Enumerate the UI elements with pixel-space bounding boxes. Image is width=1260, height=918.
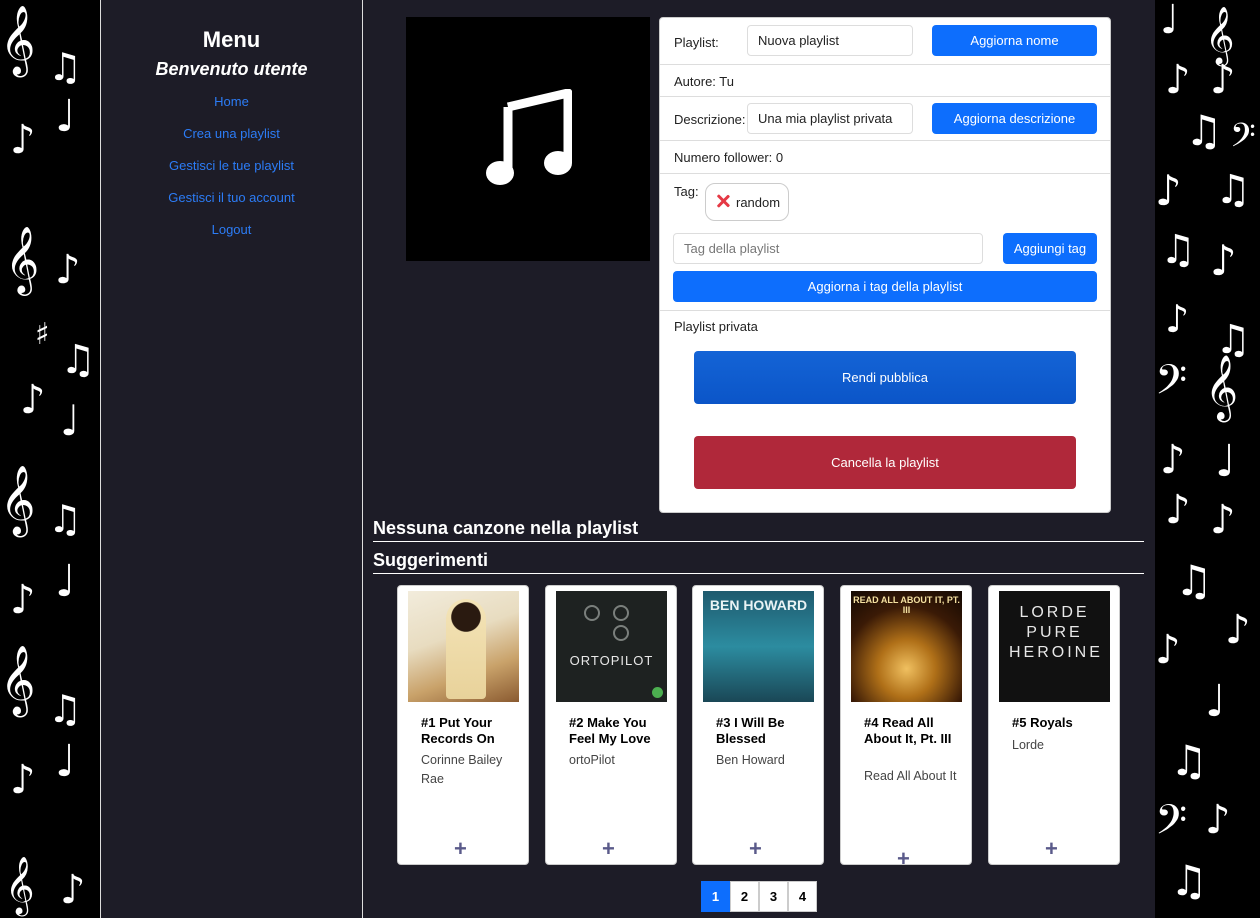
description-label: Descrizione: bbox=[674, 112, 746, 127]
tag-input[interactable]: Tag della playlist bbox=[673, 233, 983, 264]
suggestion-card: BEN HOWARD #3 I Will Be Blessed Ben Howa… bbox=[692, 585, 824, 865]
main-content: Playlist: Nuova playlist Aggiorna nome A… bbox=[363, 0, 1155, 918]
song-artist: ortoPilot bbox=[569, 753, 615, 767]
menu-link-logout[interactable]: Logout bbox=[101, 222, 362, 254]
description-row: Descrizione: Una mia playlist privata Ag… bbox=[660, 97, 1110, 141]
tags-row: Tag: random Tag della playlist Aggiungi … bbox=[660, 174, 1110, 311]
update-name-button[interactable]: Aggiorna nome bbox=[932, 25, 1097, 56]
update-description-button[interactable]: Aggiorna descrizione bbox=[932, 103, 1097, 134]
add-tag-button[interactable]: Aggiungi tag bbox=[1003, 233, 1097, 264]
album-cover bbox=[408, 591, 519, 702]
menu-title: Menu bbox=[202, 27, 261, 52]
menu-link-create-playlist[interactable]: Crea una playlist bbox=[101, 126, 362, 158]
song-artist: Lorde bbox=[1012, 738, 1044, 752]
followers-row: Numero follower: 0 bbox=[660, 141, 1110, 174]
author-row: Autore: Tu bbox=[660, 65, 1110, 97]
page-button-4[interactable]: 4 bbox=[788, 881, 817, 912]
suggestion-card: LORDE PURE HEROINE #5 Royals Lorde + bbox=[988, 585, 1120, 865]
album-cover: BEN HOWARD bbox=[703, 591, 814, 702]
add-song-button[interactable]: + bbox=[749, 838, 762, 860]
album-cover: READ ALL ABOUT IT, PT. III bbox=[851, 591, 962, 702]
suggestion-card: READ ALL ABOUT IT, PT. III #4 Read All A… bbox=[840, 585, 972, 870]
welcome-message: Benvenuto utente bbox=[155, 59, 308, 79]
pagination: 1 2 3 4 bbox=[701, 881, 817, 912]
privacy-status: Playlist privata bbox=[674, 319, 758, 334]
suggestions-heading: Suggerimenti bbox=[373, 550, 1144, 574]
song-artist: Read All About It bbox=[864, 769, 957, 783]
music-note-icon bbox=[486, 89, 572, 185]
playlist-name-row: Playlist: Nuova playlist Aggiorna nome bbox=[660, 18, 1110, 65]
song-artist: Ben Howard bbox=[716, 753, 785, 767]
page-button-1[interactable]: 1 bbox=[701, 881, 730, 912]
suggestion-card: ORTOPILOT #2 Make You Feel My Love ortoP… bbox=[545, 585, 677, 865]
empty-playlist-heading: Nessuna canzone nella playlist bbox=[373, 518, 1144, 542]
song-title: #4 Read All About It, Pt. III bbox=[864, 715, 952, 746]
tags-label: Tag: bbox=[674, 184, 699, 199]
playlist-cover bbox=[406, 17, 650, 261]
menu-link-manage-playlists[interactable]: Gestisci le tue playlist bbox=[101, 158, 362, 190]
author-text: Autore: Tu bbox=[674, 74, 734, 89]
tag-chip: random bbox=[705, 183, 789, 221]
album-cover: LORDE PURE HEROINE bbox=[999, 591, 1110, 702]
suggestion-card: #1 Put Your Records On Corinne Bailey Ra… bbox=[397, 585, 529, 865]
sidebar: Menu Benvenuto utente Home Crea una play… bbox=[100, 0, 363, 918]
song-title: #2 Make You Feel My Love bbox=[569, 715, 651, 746]
add-song-button[interactable]: + bbox=[1045, 838, 1058, 860]
playlist-name-input[interactable]: Nuova playlist bbox=[747, 25, 913, 56]
playlist-details-panel: Playlist: Nuova playlist Aggiorna nome A… bbox=[659, 17, 1111, 513]
playlist-name-label: Playlist: bbox=[674, 35, 719, 50]
page-button-2[interactable]: 2 bbox=[730, 881, 759, 912]
add-song-button[interactable]: + bbox=[897, 848, 910, 870]
page-button-3[interactable]: 3 bbox=[759, 881, 788, 912]
add-song-button[interactable]: + bbox=[602, 838, 615, 860]
close-icon[interactable] bbox=[716, 194, 730, 208]
description-input[interactable]: Una mia playlist privata bbox=[747, 103, 913, 134]
music-background-right: ♩ 𝄞 ♪ ♪ ♫ 𝄢 ♪ ♫ ♫ ♪ ♪ ♫ 𝄢 𝄞 ♪ ♩ ♪ ♪ ♫ ♪ … bbox=[1155, 0, 1260, 918]
make-public-button[interactable]: Rendi pubblica bbox=[694, 351, 1076, 404]
add-song-button[interactable]: + bbox=[454, 838, 467, 860]
followers-count: Numero follower: 0 bbox=[674, 150, 784, 165]
song-title: #5 Royals bbox=[1012, 715, 1073, 730]
delete-playlist-button[interactable]: Cancella la playlist bbox=[694, 436, 1076, 489]
song-title: #1 Put Your Records On bbox=[421, 715, 495, 746]
song-artist: Corinne Bailey Rae bbox=[421, 753, 503, 786]
tag-label: random bbox=[736, 195, 781, 210]
menu-list: Home Crea una playlist Gestisci le tue p… bbox=[101, 94, 362, 254]
music-background-left: 𝄞 ♫ ♪ ♩ 𝄞 ♪ ♯ ♫ ♪ ♩ 𝄞 ♫ ♪ ♩ 𝄞 ♫ ♪ ♩ 𝄞 ♪ bbox=[0, 0, 100, 918]
menu-link-home[interactable]: Home bbox=[101, 94, 362, 126]
menu-link-manage-account[interactable]: Gestisci il tuo account bbox=[101, 190, 362, 222]
album-cover: ORTOPILOT bbox=[556, 591, 667, 702]
update-tags-button[interactable]: Aggiorna i tag della playlist bbox=[673, 271, 1097, 302]
song-title: #3 I Will Be Blessed bbox=[716, 715, 785, 746]
